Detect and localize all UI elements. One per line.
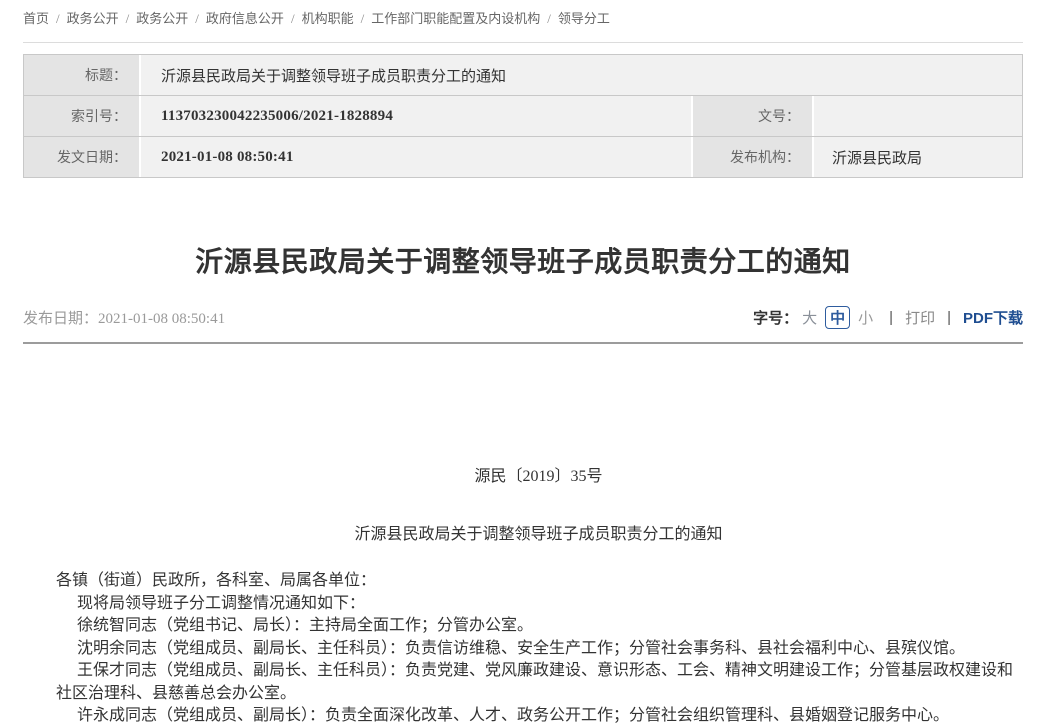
breadcrumb-item-dept-config[interactable]: 工作部门职能配置及内设机构: [371, 11, 540, 26]
paragraph: 王保才同志（党组成员、副局长、主任科员）：负责党建、党风廉政建设、意识形态、工会…: [56, 660, 1021, 705]
issue-date-label: 发文日期：: [24, 137, 139, 177]
font-size-small-button[interactable]: 小: [858, 307, 873, 328]
paragraph: 各镇（街道）民政所，各科室、局属各单位：: [56, 570, 1021, 593]
breadcrumb-divider: [23, 42, 1023, 43]
font-size-large-button[interactable]: 大: [802, 307, 817, 328]
table-row-date: 发文日期： 2021-01-08 08:50:41 发布机构： 沂源县民政局: [24, 136, 1022, 177]
doc-number-value: [812, 96, 1022, 136]
breadcrumb-separator: /: [361, 11, 365, 26]
title-label: 标题：: [24, 55, 139, 95]
title-value: 沂源县民政局关于调整领导班子成员职责分工的通知: [139, 55, 1022, 95]
paragraph: 徐统智同志（党组书记、局长）：主持局全面工作；分管办公室。: [56, 615, 1021, 638]
paragraph: 许永成同志（党组成员、副局长）：负责全面深化改革、人才、政务公开工作；分管社会组…: [56, 705, 1021, 728]
paragraph: 沈明余同志（党组成员、副局长、主任科员）：负责信访维稳、安全生产工作；分管社会事…: [56, 638, 1021, 661]
breadcrumb-item-functions[interactable]: 机构职能: [302, 11, 354, 26]
font-size-medium-button[interactable]: 中: [825, 306, 850, 329]
breadcrumb-separator: /: [126, 11, 130, 26]
pdf-download-button[interactable]: PDF下载: [963, 307, 1023, 328]
breadcrumb-separator: /: [56, 11, 60, 26]
breadcrumb-item-info-disclosure[interactable]: 政府信息公开: [206, 11, 284, 26]
toolbar-separator: |: [947, 309, 951, 326]
publisher-label: 发布机构：: [691, 137, 812, 177]
breadcrumb-separator: /: [547, 11, 551, 26]
table-row-title: 标题： 沂源县民政局关于调整领导班子成员职责分工的通知: [24, 55, 1022, 95]
publish-date: 发布日期：2021-01-08 08:50:41: [23, 307, 225, 328]
breadcrumb-item-zwgk-1[interactable]: 政务公开: [67, 11, 119, 26]
page: 首页 / 政务公开 / 政务公开 / 政府信息公开 / 机构职能 / 工作部门职能配置及内设机构 / 领…: [23, 0, 1023, 728]
toolbar-separator: |: [889, 309, 893, 326]
paragraph: 现将局领导班子分工调整情况通知如下：: [56, 593, 1021, 616]
breadcrumb-item-leader-division[interactable]: 领导分工: [558, 11, 610, 26]
breadcrumb: 首页 / 政务公开 / 政务公开 / 政府信息公开 / 机构职能 / 工作部门职能配置及内设机构 / 领…: [23, 0, 1023, 27]
document-reference-number: 源民〔2019〕35号: [56, 344, 1021, 489]
issue-date-value: 2021-01-08 08:50:41: [139, 137, 691, 177]
breadcrumb-item-zwgk-2[interactable]: 政务公开: [136, 11, 188, 26]
publisher-value: 沂源县民政局: [812, 137, 1022, 177]
font-size-toolbar: 字号： 大 中 小 | 打印 | PDF下载: [753, 306, 1023, 329]
article-meta-row: 发布日期：2021-01-08 08:50:41 字号： 大 中 小 | 打印 …: [23, 306, 1023, 329]
breadcrumb-separator: /: [291, 11, 295, 26]
doc-number-label: 文号：: [691, 96, 812, 136]
index-number-value: 113703230042235006/2021-1828894: [139, 96, 691, 136]
document-title: 沂源县民政局关于调整领导班子成员职责分工的通知: [56, 524, 1021, 547]
table-row-index: 索引号： 113703230042235006/2021-1828894 文号：: [24, 95, 1022, 136]
breadcrumb-separator: /: [195, 11, 199, 26]
article-body: 源民〔2019〕35号 沂源县民政局关于调整领导班子成员职责分工的通知 各镇（街…: [23, 344, 1023, 728]
breadcrumb-item-home[interactable]: 首页: [23, 11, 49, 26]
font-size-label: 字号：: [753, 307, 798, 328]
index-number-label: 索引号：: [24, 96, 139, 136]
document-paragraphs: 各镇（街道）民政所，各科室、局属各单位： 现将局领导班子分工调整情况通知如下： …: [56, 570, 1021, 728]
page-title: 沂源县民政局关于调整领导班子成员职责分工的通知: [23, 240, 1023, 280]
document-info-table: 标题： 沂源县民政局关于调整领导班子成员职责分工的通知 索引号： 1137032…: [23, 54, 1023, 178]
print-button[interactable]: 打印: [905, 307, 935, 328]
